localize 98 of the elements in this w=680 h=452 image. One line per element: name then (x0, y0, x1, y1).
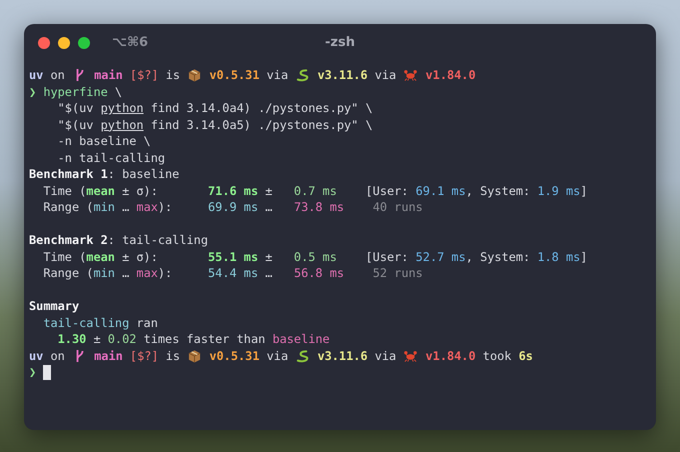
crab-icon (404, 348, 418, 363)
terminal-text: , System: (466, 182, 532, 199)
terminal-text: … (264, 199, 274, 216)
python-version: 6s (518, 348, 533, 364)
command-argument: python (100, 116, 144, 133)
git-status: [$?] (130, 348, 159, 364)
time-value: 52.7 ms (416, 248, 466, 265)
terminal-text: via (374, 348, 398, 364)
terminal-text: … (264, 265, 274, 282)
terminal-text: ] (580, 182, 588, 199)
snake-icon (296, 348, 310, 363)
package-version: v0.5.31 (208, 67, 260, 84)
heading-text: Benchmark 1 (29, 166, 108, 182)
max-value: 56.8 ms (294, 265, 344, 282)
mean-value: mean (86, 248, 115, 265)
directory-name: uv (29, 67, 44, 84)
terminal-text: [User: (364, 182, 410, 199)
time-value: 1.8 ms (537, 248, 580, 265)
terminal-text: -n baseline \ (56, 133, 151, 150)
terminal-text: on (49, 348, 66, 364)
mean-value: 71.6 ms (208, 182, 258, 199)
command-argument: python (100, 100, 144, 116)
rust-version: v1.84.0 (424, 348, 476, 364)
command-name: hyperfine (42, 84, 108, 100)
terminal-text: via (266, 67, 290, 84)
terminal-text: Time ( (42, 182, 86, 199)
min-value: min (93, 199, 115, 216)
close-button[interactable] (38, 36, 50, 48)
terminal-text: ± (264, 182, 274, 199)
terminal-text: find 3.14.0a5) ./pystones.py" \ (150, 116, 373, 133)
run-count: 40 runs (372, 199, 423, 216)
package-version: v0.5.31 (208, 348, 260, 364)
min-value: 69.9 ms (208, 199, 258, 216)
terminal-text: ): (158, 199, 174, 216)
min-value: min (93, 265, 115, 282)
terminal-text: -n tail-calling (56, 150, 166, 166)
time-value: 69.1 ms (416, 182, 466, 199)
terminal-text: … (121, 265, 130, 282)
directory-name: uv (29, 348, 44, 364)
text-cursor (43, 364, 52, 380)
max-value: max (136, 199, 158, 216)
terminal-text: took (482, 348, 512, 364)
minimize-button[interactable] (58, 36, 70, 48)
mean-value: 55.1 ms (208, 248, 258, 265)
terminal-text: "$(uv (56, 100, 94, 116)
terminal-text: ± (264, 248, 274, 265)
terminal-text: Time ( (42, 248, 86, 265)
terminal-text: via (266, 348, 290, 364)
terminal-text: ± (92, 331, 102, 348)
terminal-text: ± σ): (121, 248, 159, 265)
rust-version: v1.84.0 (424, 67, 476, 84)
terminal-text: ): (158, 265, 174, 282)
max-value: baseline (272, 331, 330, 348)
terminal-text: , System: (466, 248, 532, 265)
terminal-text: Range ( (42, 199, 94, 216)
mean-value: 1.30 (56, 331, 86, 348)
python-version: v3.11.6 (316, 67, 368, 84)
terminal-text: ] (580, 248, 588, 265)
heading-text: Benchmark 2 (29, 232, 108, 248)
terminal-text: … (121, 199, 130, 216)
mean-value: mean (86, 182, 115, 199)
terminal-text: "$(uv (56, 116, 94, 133)
terminal-text: is (164, 348, 182, 364)
terminal-text: : baseline (108, 166, 180, 182)
prompt-symbol: ❯ (29, 364, 36, 380)
package-icon (188, 348, 202, 363)
terminal-text: via (374, 67, 398, 84)
terminal-text: ± σ): (121, 182, 159, 199)
heading-text: Summary (29, 298, 80, 314)
deviation-value: 0.02 (108, 331, 136, 348)
terminal-text: : tail-calling (108, 232, 208, 248)
terminal-text: on (49, 67, 66, 84)
terminal-text: is (164, 67, 182, 84)
max-value: max (136, 265, 158, 282)
zoom-button[interactable] (78, 36, 90, 48)
time-value: 1.9 ms (537, 182, 580, 199)
git-status: [$?] (130, 67, 159, 84)
tab-shortcut: ⌥⌘6 (112, 35, 148, 50)
branch-name: main (93, 348, 124, 364)
min-value: tail-calling (42, 314, 130, 331)
terminal-text: \ (114, 84, 122, 100)
terminal-text: [User: (364, 248, 410, 265)
deviation-value: 0.5 ms (294, 248, 337, 265)
max-value: 73.8 ms (294, 199, 344, 216)
package-icon (188, 68, 202, 82)
min-value: 54.4 ms (208, 265, 258, 282)
python-version: v3.11.6 (316, 348, 368, 364)
prompt-symbol: ❯ (29, 84, 36, 100)
terminal-text: times faster than (142, 331, 266, 348)
run-count: 52 runs (372, 265, 423, 282)
terminal-text: find 3.14.0a4) ./pystones.py" \ (150, 100, 373, 116)
window-title: -zsh (325, 35, 355, 50)
terminal-text: ran (135, 314, 158, 331)
snake-icon (296, 68, 310, 82)
terminal-text: Range ( (42, 265, 94, 282)
deviation-value: 0.7 ms (294, 182, 337, 199)
branch-name: main (93, 67, 124, 84)
crab-icon (404, 68, 418, 82)
